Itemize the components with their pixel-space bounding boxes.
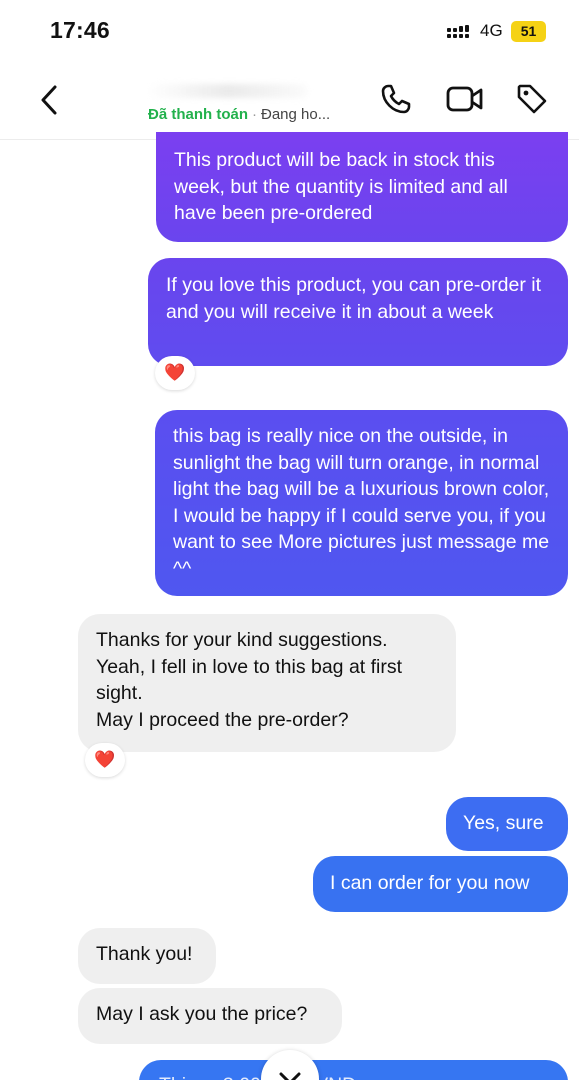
message-text: May I ask you the price?	[96, 1003, 308, 1025]
incoming-message[interactable]: May I ask you the price?	[78, 988, 342, 1044]
incoming-message[interactable]: Thank you!	[78, 928, 216, 984]
network-label: 4G	[480, 21, 503, 40]
message-line: Yeah, I fell in love to this bag at firs…	[96, 655, 403, 705]
paid-status: Đã thanh toán	[148, 106, 248, 123]
outgoing-message[interactable]: This ... 3,000,000 VND ...	[139, 1060, 568, 1080]
message-text: This product will be back in stock this …	[174, 149, 508, 224]
activity-status: Đang ho...	[261, 106, 331, 123]
status-bar: 17:46 4G 51	[0, 0, 579, 62]
phone-icon[interactable]	[379, 82, 413, 116]
scroll-to-bottom-button[interactable]	[261, 1050, 319, 1080]
message-line: May I proceed the pre-order?	[96, 708, 349, 731]
video-camera-icon[interactable]	[446, 84, 484, 114]
message-text: If you love this product, you can pre-or…	[166, 274, 542, 323]
message-text: Yes, sure	[463, 812, 544, 834]
message-text: I can order for you now	[330, 872, 530, 894]
status-time: 17:46	[50, 17, 110, 43]
tag-icon[interactable]	[515, 82, 549, 116]
heart-reaction[interactable]: ❤️	[85, 743, 125, 777]
outgoing-message[interactable]: If you love this product, you can pre-or…	[148, 258, 568, 366]
chat-screen: 17:46 4G 51 Đã thanh toán · Đang ho... T…	[0, 0, 579, 1080]
heart-reaction[interactable]: ❤️	[155, 356, 195, 390]
battery-indicator: 51	[511, 21, 546, 42]
signal-icon	[447, 25, 469, 38]
chevron-down-icon	[279, 1072, 301, 1080]
message-line: Thanks for your kind suggestions.	[96, 629, 388, 651]
message-text: this bag is really nice on the outside, …	[173, 425, 550, 580]
incoming-message[interactable]: Thanks for your kind suggestions. Yeah, …	[78, 614, 456, 752]
back-icon[interactable]	[34, 80, 66, 120]
outgoing-message[interactable]: Yes, sure	[446, 797, 568, 851]
outgoing-message[interactable]: This product will be back in stock this …	[156, 132, 568, 242]
chat-header: Đã thanh toán · Đang ho...	[0, 62, 579, 140]
outgoing-message[interactable]: this bag is really nice on the outside, …	[155, 410, 568, 596]
separator-dot: ·	[252, 106, 257, 123]
contact-name[interactable]	[148, 84, 308, 98]
outgoing-message[interactable]: I can order for you now	[313, 856, 568, 912]
contact-subtitle: Đã thanh toán · Đang ho...	[148, 106, 330, 123]
message-text: Thank you!	[96, 943, 193, 965]
